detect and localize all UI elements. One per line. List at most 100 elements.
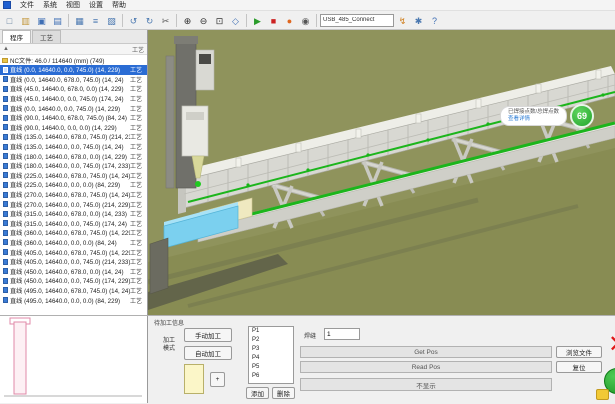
program-row[interactable]: 直线 (225.0, 14640.0, 678.0, 745.0) (14, 2… <box>0 171 147 181</box>
help-icon[interactable]: ? <box>427 13 442 28</box>
program-row[interactable]: 直线 (450.0, 14640.0, 0.0, 745.0) (174, 22… <box>0 276 147 286</box>
app-window: 文件系统视图设置帮助 □▥▣▤▦≡▧↺↻✂⊕⊖⊡◇▶■●◉↯✱? 程序工艺 ▲ … <box>0 0 615 404</box>
program-item-icon <box>3 134 8 140</box>
program-item-icon <box>3 86 8 92</box>
zoom-out-icon[interactable]: ⊖ <box>196 13 211 28</box>
program-row[interactable]: 直线 (270.0, 14640.0, 0.0, 745.0) (214, 22… <box>0 199 147 209</box>
program-row[interactable]: 直线 (90.0, 14640.0, 0.0, 0.0) (14, 229)工艺 <box>0 123 147 133</box>
zoom-in-icon[interactable]: ⊕ <box>180 13 195 28</box>
add-button[interactable]: 添加 <box>246 387 269 399</box>
program-row[interactable]: 直线 (405.0, 14640.0, 678.0, 745.0) (14, 2… <box>0 247 147 257</box>
program-row[interactable]: 直线 (495.0, 14640.0, 0.0, 0.0) (84, 229)工… <box>0 295 147 305</box>
grid-view-icon[interactable]: ▦ <box>72 13 87 28</box>
queue-item[interactable]: P5 <box>249 363 293 372</box>
program-item-tag: 工艺 <box>130 276 147 285</box>
delete-button[interactable]: 删除 <box>272 387 295 399</box>
tree-view-icon[interactable]: ▧ <box>104 13 119 28</box>
connect-icon[interactable]: ↯ <box>395 13 410 28</box>
program-row[interactable]: 直线 (495.0, 14640.0, 678.0, 745.0) (14, 2… <box>0 286 147 296</box>
program-row[interactable]: 直线 (45.0, 14640.0, 0.0, 745.0) (174, 24)… <box>0 94 147 104</box>
program-row[interactable]: 直线 (225.0, 14640.0, 0.0, 0.0) (84, 229)工… <box>0 180 147 190</box>
menu-item[interactable]: 文件 <box>20 0 34 10</box>
program-row[interactable]: 直线 (360.0, 14640.0, 0.0, 0.0) (84, 24)工艺 <box>0 238 147 248</box>
program-item-text: 直线 (225.0, 14640.0, 678.0, 745.0) (14, 2… <box>10 171 130 180</box>
cut-icon[interactable]: ✂ <box>158 13 173 28</box>
progress-badge-link[interactable]: 查看详情 <box>508 116 559 123</box>
program-row[interactable]: 直线 (315.0, 14640.0, 678.0, 0.0) (14, 233… <box>0 209 147 219</box>
program-row[interactable]: 直线 (45.0, 14640.0, 678.0, 0.0) (14, 229)… <box>0 84 147 94</box>
toolbar-separator <box>176 14 177 27</box>
axis-position-panel <box>0 316 148 403</box>
undo-icon[interactable]: ↺ <box>126 13 141 28</box>
manual-mode-button[interactable]: 手动加工 <box>184 328 232 342</box>
tab-process[interactable]: 工艺 <box>32 30 61 43</box>
program-row[interactable]: 直线 (135.0, 14640.0, 678.0, 745.0) (214, … <box>0 132 147 142</box>
program-row[interactable]: 直线 (360.0, 14640.0, 678.0, 745.0) (14, 2… <box>0 228 147 238</box>
seam-input[interactable] <box>324 328 360 340</box>
settings-icon[interactable]: ✱ <box>411 13 426 28</box>
warning-icon[interactable] <box>596 389 609 400</box>
save-file-icon[interactable]: ▣ <box>34 13 49 28</box>
program-row[interactable]: 直线 (0.0, 14640.0, 0.0, 745.0) (14, 229)工… <box>0 103 147 113</box>
toolbar-separator <box>316 14 317 27</box>
save-all-icon[interactable]: ▤ <box>50 13 65 28</box>
program-row[interactable]: 直线 (450.0, 14640.0, 678.0, 0.0) (14, 24)… <box>0 266 147 276</box>
device-select-input[interactable] <box>320 14 394 27</box>
queue-item[interactable]: P4 <box>249 354 293 363</box>
program-item-tag: 工艺 <box>130 113 147 122</box>
progress-badge[interactable]: 已焊接点数/总焊点数 查看详情 69 <box>500 104 594 128</box>
program-row[interactable]: 直线 (135.0, 14640.0, 0.0, 745.0) (14, 24)… <box>0 142 147 152</box>
app-icon <box>3 1 11 9</box>
program-row[interactable]: 直线 (180.0, 14640.0, 678.0, 0.0) (14, 229… <box>0 151 147 161</box>
program-item-text: 直线 (45.0, 14640.0, 678.0, 0.0) (14, 229) <box>10 84 130 93</box>
toolbar-separator <box>246 14 247 27</box>
plus-button[interactable]: + <box>210 372 225 387</box>
program-row[interactable]: 直线 (0.0, 14640.0, 678.0, 745.0) (14, 24)… <box>0 75 147 85</box>
read-pos-bar[interactable]: Read Pos <box>300 361 552 373</box>
view-3d-icon[interactable]: ◇ <box>228 13 243 28</box>
queue-item[interactable]: P6 <box>249 372 293 381</box>
display-toggle-bar[interactable]: 不显示 <box>300 378 552 391</box>
auto-mode-button[interactable]: 自动加工 <box>184 346 232 360</box>
menu-item[interactable]: 帮助 <box>112 0 126 10</box>
program-row[interactable]: 直线 (270.0, 14640.0, 678.0, 745.0) (14, 2… <box>0 190 147 200</box>
menu-item[interactable]: 设置 <box>89 0 103 10</box>
alarm-icon[interactable]: ● <box>282 13 297 28</box>
menu-item[interactable]: 视图 <box>66 0 80 10</box>
simulate-stop-icon[interactable]: ■ <box>266 13 281 28</box>
program-item-text: 直线 (90.0, 14640.0, 678.0, 745.0) (84, 24… <box>10 113 130 122</box>
program-item-text: 直线 (0.0, 14640.0, 0.0, 745.0) (14, 229) <box>10 65 130 74</box>
new-file-icon[interactable]: □ <box>2 13 17 28</box>
viewport-3d[interactable]: 已焊接点数/总焊点数 查看详情 69 <box>148 30 615 315</box>
queue-listbox[interactable]: P1P2P3P4P5P6 <box>248 326 294 384</box>
program-column-header[interactable]: ▲ 工艺 <box>0 44 147 55</box>
queue-item[interactable]: P3 <box>249 345 293 354</box>
redo-icon[interactable]: ↻ <box>142 13 157 28</box>
program-row[interactable]: 直线 (405.0, 14640.0, 0.0, 745.0) (214, 23… <box>0 257 147 267</box>
sort-icon[interactable]: ▲ <box>3 46 9 52</box>
seam-label: 焊缝 <box>304 331 316 340</box>
stop-close-button[interactable]: ✕ <box>600 328 615 364</box>
queue-item[interactable]: P1 <box>249 327 293 336</box>
program-item-text: 直线 (495.0, 14640.0, 0.0, 0.0) (84, 229) <box>10 296 130 305</box>
machine-3d-scene <box>148 30 615 315</box>
program-row[interactable]: 直线 (90.0, 14640.0, 678.0, 745.0) (84, 24… <box>0 113 147 123</box>
program-row[interactable]: 直线 (0.0, 14640.0, 0.0, 745.0) (14, 229)工… <box>0 65 147 75</box>
queue-item[interactable]: P2 <box>249 336 293 345</box>
open-file-icon[interactable]: ▥ <box>18 13 33 28</box>
browse-file-button[interactable]: 浏览文件 <box>556 346 602 358</box>
tab-program[interactable]: 程序 <box>2 30 31 43</box>
program-row[interactable]: 直线 (180.0, 14640.0, 0.0, 745.0) (174, 23… <box>0 161 147 171</box>
list-view-icon[interactable]: ≡ <box>88 13 103 28</box>
program-item-text: 直线 (45.0, 14640.0, 0.0, 745.0) (174, 24) <box>10 94 130 103</box>
reset-button[interactable]: 复位 <box>556 361 602 373</box>
program-panel: 程序工艺 ▲ 工艺 NC文件: 46.0 / 114640 (mm) (749)… <box>0 30 148 315</box>
camera-icon[interactable]: ◉ <box>298 13 313 28</box>
simulate-start-icon[interactable]: ▶ <box>250 13 265 28</box>
program-item-icon <box>3 124 8 130</box>
program-row[interactable]: 直线 (315.0, 14640.0, 0.0, 745.0) (174, 24… <box>0 219 147 229</box>
menu-item[interactable]: 系统 <box>43 0 57 10</box>
get-pos-bar[interactable]: Get Pos <box>300 346 552 358</box>
zoom-fit-icon[interactable]: ⊡ <box>212 13 227 28</box>
program-item-tag: 工艺 <box>130 296 147 305</box>
